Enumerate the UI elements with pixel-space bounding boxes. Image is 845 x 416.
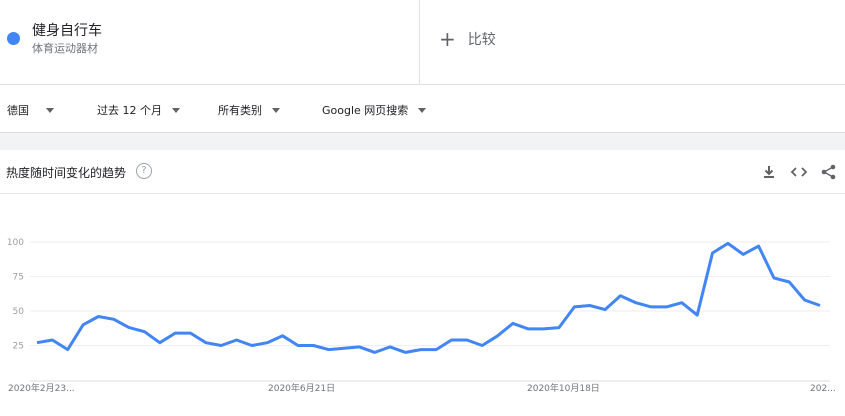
data-point	[190, 332, 192, 334]
data-point	[420, 349, 422, 351]
data-point	[727, 242, 729, 244]
x-tick-label: 2020年2月23...	[8, 382, 75, 394]
data-point	[589, 304, 591, 306]
category-filter-label: 所有类别	[218, 104, 262, 117]
data-point	[143, 331, 145, 333]
data-point	[282, 335, 284, 337]
region-filter-label: 德国	[7, 104, 29, 117]
compare-label: 比较	[467, 32, 496, 48]
data-point	[404, 351, 406, 353]
data-point	[51, 339, 53, 341]
series-line[interactable]	[36, 241, 821, 354]
y-tick-label: 25	[13, 342, 24, 352]
data-point	[788, 281, 790, 283]
data-point	[665, 306, 667, 308]
data-point	[635, 302, 637, 304]
data-point	[36, 342, 38, 344]
data-point	[543, 328, 545, 330]
search-type-filter[interactable]: Google 网页搜索	[322, 102, 427, 118]
interest-chart: 100 75 50 25 2020年2月23... 2020年6月21日 2020年10月1…	[7, 238, 836, 394]
interest-over-time-card: 热度随时间变化的趋势 ? 100 75 50 25 2020年2月23... 2020年6…	[0, 150, 845, 416]
search-term-card[interactable]: 健身自行车 体育运动器材	[0, 0, 420, 84]
data-point	[67, 349, 69, 351]
time-filter-label: 过去 12 个月	[97, 104, 162, 117]
data-point	[389, 346, 391, 348]
y-tick-label: 50	[13, 307, 25, 317]
chevron-down-icon	[46, 107, 54, 113]
data-point	[328, 349, 330, 351]
term-title[interactable]: 健身自行车	[32, 20, 102, 40]
data-point	[481, 345, 483, 347]
data-point	[266, 342, 268, 344]
data-point	[205, 342, 207, 344]
plus-icon: +	[439, 27, 456, 51]
data-point	[358, 346, 360, 348]
data-point	[343, 347, 345, 349]
data-point	[435, 349, 437, 351]
data-point	[650, 306, 652, 308]
data-point	[251, 345, 253, 347]
term-subtitle: 体育运动器材	[32, 42, 98, 55]
y-tick-label: 75	[13, 273, 24, 283]
data-point	[527, 328, 529, 330]
chevron-down-icon	[172, 107, 180, 113]
data-point	[804, 299, 806, 301]
x-tick-label: 202...	[810, 384, 836, 394]
data-point	[159, 342, 161, 344]
data-point	[236, 339, 238, 341]
y-tick-label: 100	[7, 238, 24, 248]
data-point	[466, 339, 468, 341]
data-point	[512, 322, 514, 324]
category-filter[interactable]: 所有类别	[218, 102, 280, 118]
compare-button[interactable]: + 比较	[439, 28, 496, 50]
term-color-dot	[7, 32, 20, 45]
data-point	[758, 245, 760, 247]
data-point	[374, 351, 376, 353]
data-point	[220, 345, 222, 347]
data-point	[451, 339, 453, 341]
data-point	[619, 295, 621, 297]
x-tick-label: 2020年6月21日	[268, 382, 335, 394]
filter-bar: 德国 过去 12 个月 所有类别 Google 网页搜索	[0, 85, 845, 133]
data-point	[742, 253, 744, 255]
data-point	[312, 345, 314, 347]
data-point	[819, 304, 821, 306]
chevron-down-icon	[272, 107, 280, 113]
data-point	[712, 252, 714, 254]
search-type-filter-label: Google 网页搜索	[322, 104, 409, 117]
time-filter[interactable]: 过去 12 个月	[97, 102, 180, 118]
chevron-down-icon	[418, 107, 427, 113]
data-point	[696, 314, 698, 316]
region-filter[interactable]: 德国	[7, 102, 54, 118]
data-point	[113, 318, 115, 320]
section-gap	[0, 133, 845, 150]
data-point	[82, 324, 84, 326]
data-point	[558, 327, 560, 329]
data-point	[573, 306, 575, 308]
data-point	[297, 345, 299, 347]
data-point	[773, 277, 775, 279]
data-point	[97, 316, 99, 318]
data-point	[681, 302, 683, 304]
data-point	[497, 335, 499, 337]
data-point	[604, 309, 606, 311]
x-tick-label: 2020年10月18日	[527, 382, 600, 394]
term-bar: 健身自行车 体育运动器材 + 比较	[0, 0, 845, 85]
data-point	[174, 332, 176, 334]
data-point	[128, 327, 130, 329]
